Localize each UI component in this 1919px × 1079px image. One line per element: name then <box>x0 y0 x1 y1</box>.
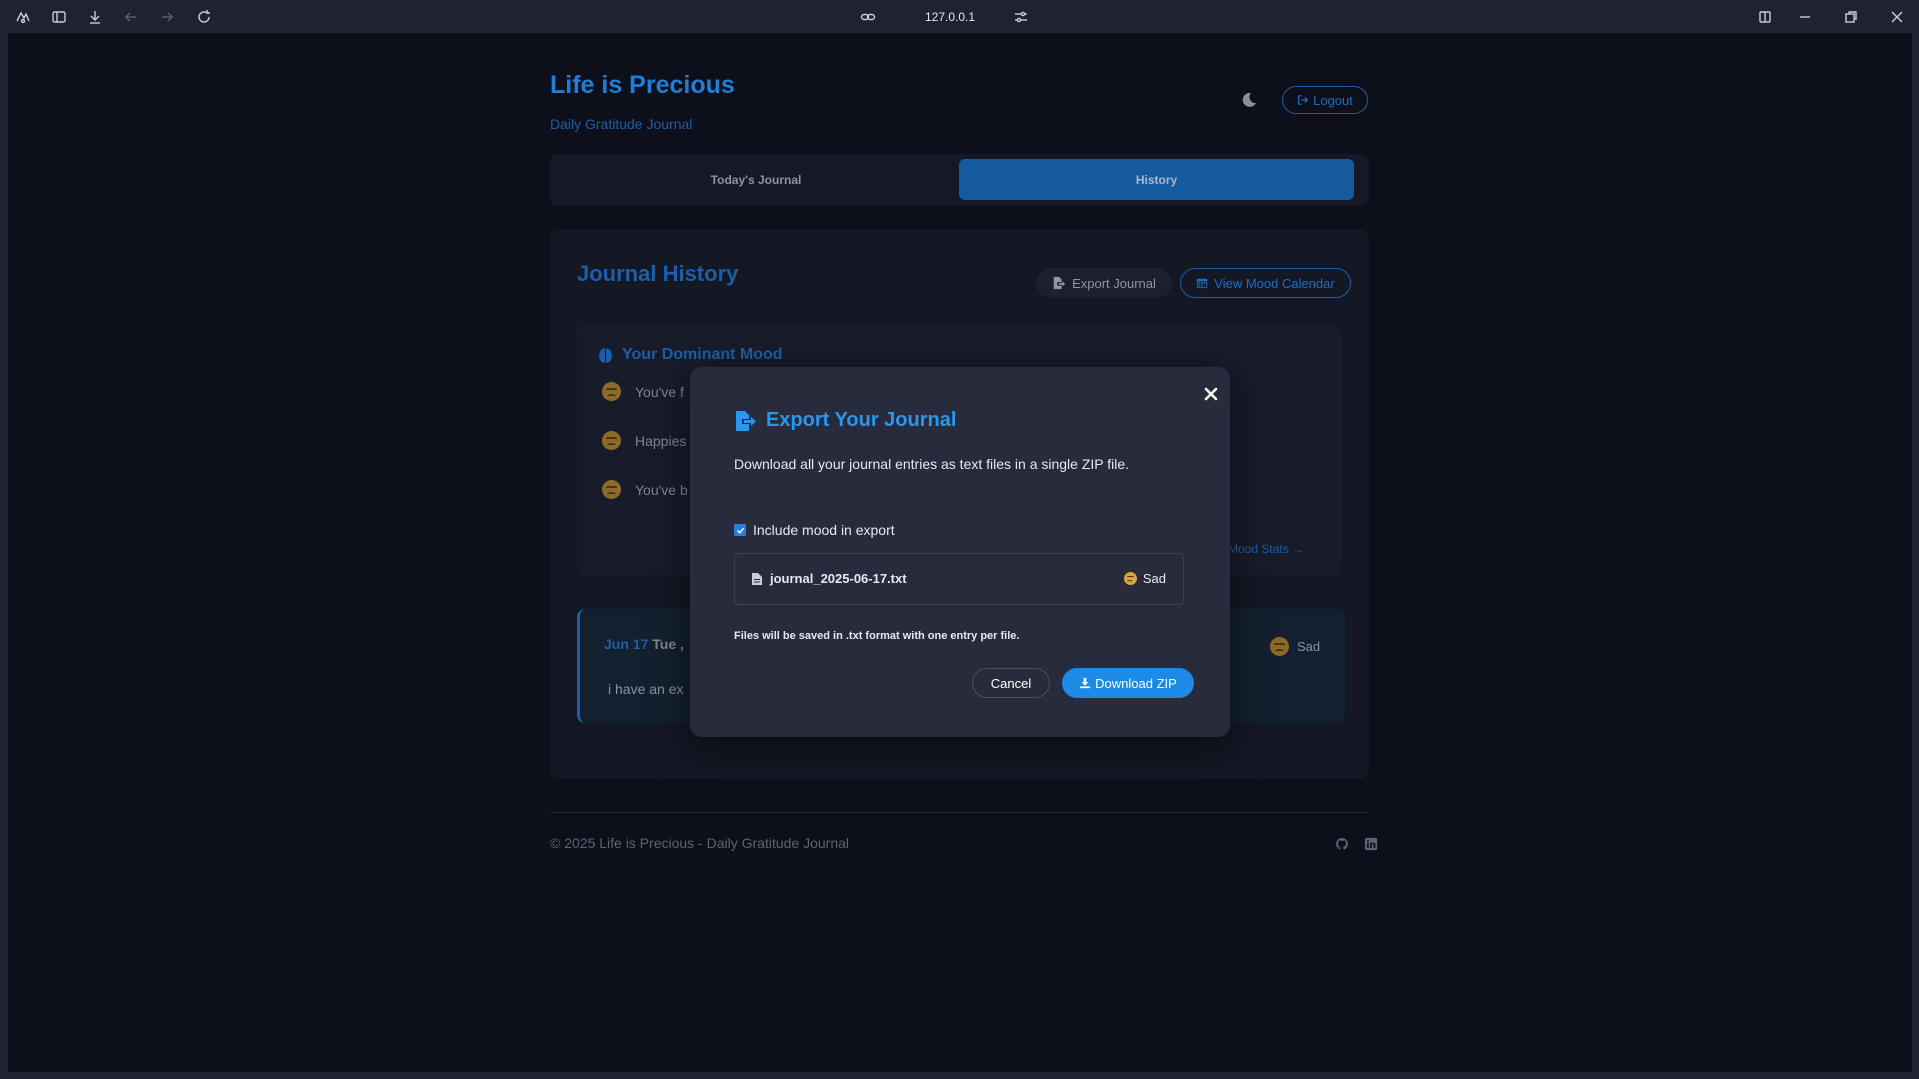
export-format-note: Files will be saved in .txt format with … <box>734 630 1020 642</box>
address-bar[interactable]: 127.0.0.1 <box>860 6 1060 28</box>
modal-title-text: Export Your Journal <box>766 409 957 431</box>
cancel-button[interactable]: Cancel <box>972 668 1050 698</box>
view-mood-calendar-button[interactable]: View Mood Calendar <box>1180 268 1351 298</box>
mood-summary-line: You've f <box>602 382 684 401</box>
main-tabs: Today's Journal History <box>550 154 1369 206</box>
entry-mood-label: Sad <box>1297 639 1321 654</box>
entry-date: Jun 17 Tue , <box>604 636 684 652</box>
modal-title: Export Your Journal <box>734 409 956 432</box>
sad-face-icon <box>602 382 621 401</box>
dark-mode-toggle-icon[interactable] <box>1240 91 1258 109</box>
reload-icon[interactable] <box>196 9 212 25</box>
dominant-mood-heading: Your Dominant Mood <box>597 346 783 364</box>
mood-summary-text: You've b <box>635 481 688 498</box>
mood-summary-text: You've f <box>635 383 684 400</box>
brain-icon <box>599 347 612 363</box>
linkedin-icon[interactable] <box>1364 837 1378 851</box>
forward-icon[interactable] <box>159 9 175 25</box>
file-mood-label: Sad <box>1142 571 1166 586</box>
file-export-icon <box>736 410 756 431</box>
download-icon <box>1080 677 1091 689</box>
entry-mood-badge: Sad <box>1270 637 1320 656</box>
view-mood-calendar-label: View Mood Calendar <box>1214 275 1335 291</box>
minimize-icon[interactable] <box>1797 9 1813 25</box>
url-text[interactable]: 127.0.0.1 <box>925 10 975 24</box>
download-zip-label: Download ZIP <box>1095 675 1177 691</box>
download-zip-button[interactable]: Download ZIP <box>1062 668 1194 698</box>
close-modal-icon[interactable] <box>1202 385 1220 403</box>
browser-toolbar: 127.0.0.1 <box>0 0 1919 33</box>
export-modal: Export Your Journal Download all your jo… <box>690 367 1230 737</box>
checkmark-icon <box>736 527 744 534</box>
mood-stats-label: Mood Stats <box>1228 542 1289 556</box>
entry-date-text: Jun 17 <box>604 636 649 652</box>
restore-icon[interactable] <box>1843 9 1859 25</box>
include-mood-label: Include mood in export <box>753 522 895 538</box>
file-name-text: journal_2025-06-17.txt <box>770 571 907 586</box>
footer-divider <box>550 812 1369 813</box>
mood-stats-link[interactable]: Mood Stats → <box>1228 542 1304 556</box>
file-mood-badge: Sad <box>1123 571 1166 586</box>
close-window-icon[interactable] <box>1889 9 1905 25</box>
site-settings-icon[interactable] <box>1013 9 1029 25</box>
sad-face-icon <box>1123 572 1137 585</box>
browser-viewport: Life is Precious Daily Gratitude Journal… <box>8 33 1912 1072</box>
logout-label: Logout <box>1313 92 1353 108</box>
document-icon <box>752 572 762 585</box>
include-mood-option[interactable]: Include mood in export <box>734 522 895 538</box>
export-file-icon <box>1053 276 1066 290</box>
logout-icon <box>1298 95 1309 105</box>
github-icon[interactable] <box>1335 837 1349 851</box>
sad-face-icon <box>602 480 621 499</box>
sidebar-toggle-icon[interactable] <box>51 9 67 25</box>
link-icon <box>860 9 876 25</box>
calendar-icon <box>1197 278 1208 289</box>
entry-text: i have an ex <box>608 681 684 697</box>
browser-logo-icon[interactable] <box>15 9 31 25</box>
tab-todays-journal[interactable]: Today's Journal <box>556 159 956 200</box>
include-mood-checkbox[interactable] <box>734 524 746 536</box>
back-icon[interactable] <box>123 9 139 25</box>
app-title: Life is Precious <box>550 71 735 99</box>
footer-copyright: © 2025 Life is Precious - Daily Gratitud… <box>550 835 850 851</box>
file-name: journal_2025-06-17.txt <box>752 571 907 586</box>
tab-history[interactable]: History <box>959 159 1354 200</box>
mood-summary-line: Happies <box>602 431 686 450</box>
split-view-icon[interactable] <box>1757 9 1773 25</box>
arrow-right-icon: → <box>1292 542 1305 556</box>
smile-face-icon <box>602 431 621 450</box>
export-journal-label: Export Journal <box>1072 275 1156 291</box>
mood-summary-line: You've b <box>602 480 688 499</box>
app-subtitle: Daily Gratitude Journal <box>550 116 693 132</box>
sad-face-icon <box>1270 637 1289 656</box>
export-file-preview: journal_2025-06-17.txt Sad <box>734 553 1184 605</box>
page: Life is Precious Daily Gratitude Journal… <box>8 33 1912 1072</box>
export-journal-button[interactable]: Export Journal <box>1036 268 1172 298</box>
download-icon[interactable] <box>87 9 103 25</box>
modal-description: Download all your journal entries as tex… <box>734 456 1130 472</box>
dominant-mood-heading-text: Your Dominant Mood <box>622 346 783 363</box>
logout-button[interactable]: Logout <box>1282 86 1368 114</box>
mood-summary-text: Happies <box>635 432 687 449</box>
entry-weekday: Tue , <box>652 636 684 652</box>
history-title: Journal History <box>577 261 739 286</box>
